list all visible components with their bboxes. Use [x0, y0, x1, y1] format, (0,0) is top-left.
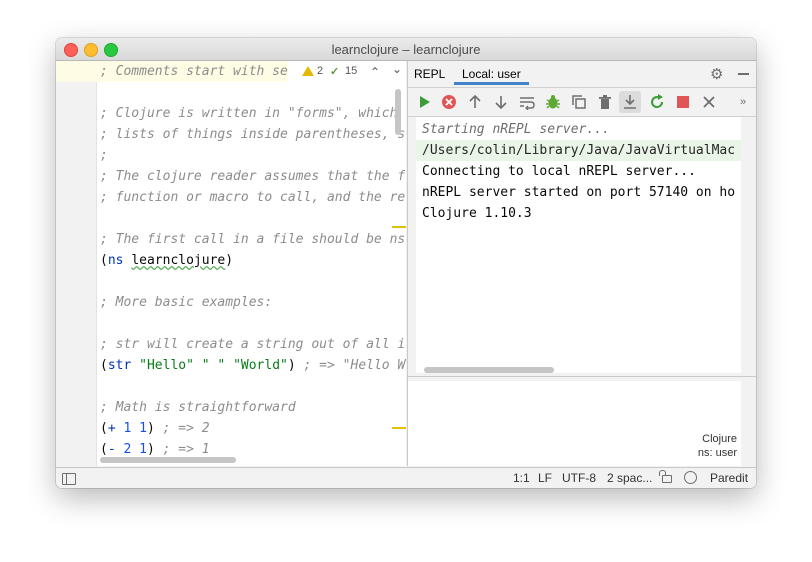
inspection-widget[interactable]: 2 ✓ 15 ⌃ ⌄ — [288, 61, 406, 82]
repl-tab-bar: REPL Local: user ⚙ — [408, 61, 756, 88]
code-line: ; function or macro to call, and the re — [100, 190, 406, 205]
warning-marker[interactable] — [392, 427, 406, 429]
code-text[interactable]: ; Comments start with se ; Clojure is wr… — [100, 61, 405, 457]
repl-namespace-label: ns: user — [697, 447, 737, 459]
minimize-panel-icon[interactable] — [738, 73, 749, 75]
cursor-position[interactable]: 1:1 — [513, 471, 530, 485]
trash-icon[interactable] — [597, 94, 613, 110]
arrow-down-icon[interactable] — [493, 94, 509, 110]
close-icon[interactable] — [701, 94, 717, 110]
scroll-to-end-icon[interactable] — [619, 91, 641, 113]
repl-toolbar: » — [408, 88, 756, 117]
console-line: /Users/colin/Library/Java/JavaVirtualMac — [416, 140, 741, 161]
code-line: ; Math is straightforward — [100, 400, 296, 415]
copy-icon[interactable] — [571, 94, 587, 110]
chevron-down-icon[interactable]: ⌄ — [392, 62, 402, 76]
code-line: ; Clojure is written in "forms", which — [100, 106, 398, 121]
gear-icon[interactable]: ⚙ — [710, 65, 723, 83]
code-line: ; The first call in a file should be ns — [100, 232, 406, 247]
editing-mode[interactable]: Paredit — [710, 471, 748, 485]
title-bar: learnclojure – learnclojure — [56, 38, 756, 61]
weak-warning-count: 15 — [345, 65, 358, 77]
warning-count: 2 — [317, 65, 324, 77]
code-line-plus: (+ 1 1) ; => 2 — [100, 421, 210, 436]
tab-local-user[interactable]: Local: user — [454, 61, 529, 85]
stop-icon[interactable] — [675, 94, 691, 110]
arrow-up-icon[interactable] — [467, 94, 483, 110]
line-separator[interactable]: LF — [538, 471, 552, 485]
code-line: ; — [100, 148, 108, 163]
console-line: Clojure 1.10.3 — [422, 206, 532, 221]
console-vertical-scrollbar[interactable] — [741, 117, 749, 373]
code-line-ns: (ns learnclojure) — [100, 253, 234, 268]
input-vertical-scrollbar[interactable] — [741, 381, 756, 466]
file-encoding[interactable]: UTF-8 — [562, 471, 596, 485]
code-line-str: (str "Hello" " " "World") ; => "Hello W — [100, 358, 406, 373]
code-editor[interactable]: ; Comments start with se ; Clojure is wr… — [56, 61, 406, 466]
stop-process-icon[interactable] — [441, 94, 457, 110]
repl-language-label: Clojure — [702, 433, 737, 445]
run-icon[interactable] — [416, 94, 432, 110]
code-line: ; The clojure reader assumes that the f — [100, 169, 406, 184]
console-line: Starting nREPL server... — [422, 122, 610, 137]
tab-repl[interactable]: REPL — [414, 67, 445, 81]
warning-marker[interactable] — [392, 226, 406, 228]
console-horizontal-scrollbar[interactable] — [424, 367, 554, 373]
status-bar: 1:1 LF UTF-8 2 spac... Paredit — [56, 467, 756, 488]
console-line: nREPL server started on port 57140 on ho — [422, 185, 736, 200]
editor-vertical-scrollbar[interactable] — [395, 89, 401, 135]
warning-icon — [302, 66, 314, 76]
soft-wrap-icon[interactable] — [519, 94, 535, 111]
code-line: ; str will create a string out of all i — [100, 337, 406, 352]
code-line: ; More basic examples: — [100, 295, 273, 310]
check-icon: ✓ — [330, 66, 340, 78]
repl-console-output[interactable]: Starting nREPL server... /Users/colin/Li… — [416, 117, 741, 373]
rerun-icon[interactable] — [649, 94, 665, 110]
debug-bug-icon[interactable] — [545, 94, 561, 110]
console-line: Connecting to local nREPL server... — [422, 164, 696, 179]
code-line: ; Comments start with se — [100, 64, 288, 79]
lock-icon[interactable] — [659, 470, 672, 483]
ide-window: learnclojure – learnclojure ; Comments s… — [56, 38, 756, 488]
code-line: ; lists of things inside parentheses, s — [100, 127, 406, 142]
editor-horizontal-scrollbar[interactable] — [100, 457, 236, 463]
repl-panel: REPL Local: user ⚙ » Starting nREPL serv… — [407, 61, 756, 466]
repl-input-editor[interactable] — [408, 381, 741, 466]
notifications-icon[interactable] — [684, 471, 697, 484]
toggle-tool-windows-icon[interactable] — [62, 473, 76, 485]
editor-gutter — [56, 61, 97, 466]
indent-setting[interactable]: 2 spac... — [607, 471, 652, 485]
more-chevron-icon[interactable]: » — [735, 94, 751, 110]
window-title: learnclojure – learnclojure — [331, 42, 481, 57]
chevron-up-icon[interactable]: ⌃ — [370, 65, 380, 79]
